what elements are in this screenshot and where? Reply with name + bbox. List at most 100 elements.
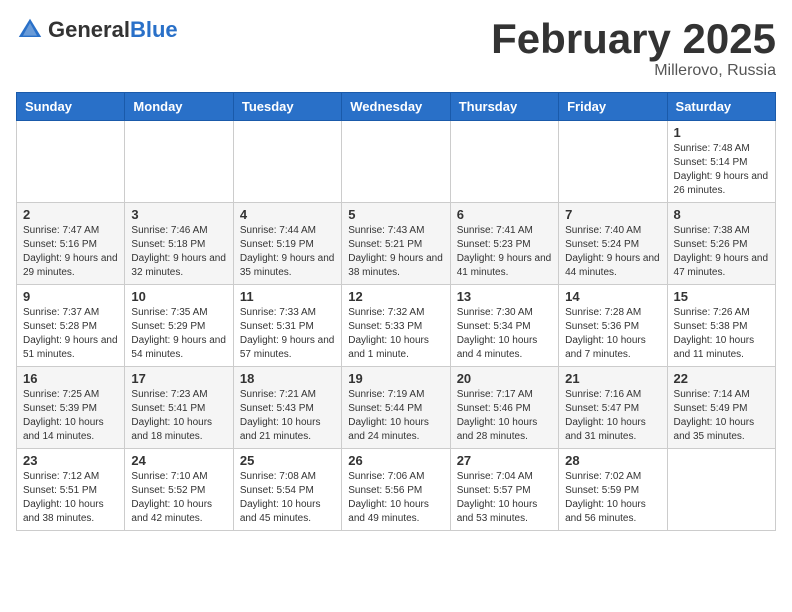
month-title: February 2025 [491,16,776,62]
day-detail: Sunrise: 7:41 AM Sunset: 5:23 PM Dayligh… [457,224,552,280]
calendar-cell [233,121,341,203]
title-block: February 2025 Millerovo, Russia [491,16,776,80]
day-detail: Sunrise: 7:40 AM Sunset: 5:24 PM Dayligh… [565,224,660,280]
day-number: 20 [457,371,552,386]
calendar-cell [125,121,233,203]
day-number: 14 [565,289,660,304]
day-number: 7 [565,207,660,222]
calendar-cell: 12 Sunrise: 7:32 AM Sunset: 5:33 PM Dayli… [342,285,450,367]
logo-general: General [48,17,130,42]
day-number: 28 [565,453,660,468]
day-detail: Sunrise: 7:21 AM Sunset: 5:43 PM Dayligh… [240,388,335,444]
calendar-cell: 15Sunrise: 7:26 AM Sunset: 5:38 PM Dayli… [667,285,775,367]
weekday-header-wednesday: Wednesday [342,93,450,121]
calendar-cell: 9Sunrise: 7:37 AM Sunset: 5:28 PM Daylig… [17,285,125,367]
calendar-cell: 2 Sunrise: 7:47 AM Sunset: 5:16 PM Daylig… [17,203,125,285]
page-header: GeneralBlue February 2025 Millerovo, Rus… [16,16,776,80]
day-detail: Sunrise: 7:12 AM Sunset: 5:51 PM Dayligh… [23,470,118,526]
day-detail: Sunrise: 7:48 AM Sunset: 5:14 PM Dayligh… [674,142,769,198]
day-number: 21 [565,371,660,386]
calendar-cell: 1 Sunrise: 7:48 AM Sunset: 5:14 PM Daylig… [667,121,775,203]
calendar-cell: 25 Sunrise: 7:08 AM Sunset: 5:54 PM Dayli… [233,449,341,531]
calendar-cell: 19Sunrise: 7:19 AM Sunset: 5:44 PM Dayli… [342,367,450,449]
location-subtitle: Millerovo, Russia [491,62,776,80]
day-detail: Sunrise: 7:08 AM Sunset: 5:54 PM Dayligh… [240,470,335,526]
calendar-cell: 17 Sunrise: 7:23 AM Sunset: 5:41 PM Dayli… [125,367,233,449]
day-number: 2 [23,207,118,222]
calendar-cell: 28 Sunrise: 7:02 AM Sunset: 5:59 PM Dayli… [559,449,667,531]
day-detail: Sunrise: 7:10 AM Sunset: 5:52 PM Dayligh… [131,470,226,526]
calendar-cell: 23 Sunrise: 7:12 AM Sunset: 5:51 PM Dayli… [17,449,125,531]
day-detail: Sunrise: 7:23 AM Sunset: 5:41 PM Dayligh… [131,388,226,444]
day-number: 10 [131,289,226,304]
day-number: 13 [457,289,552,304]
day-number: 1 [674,125,769,140]
day-detail: Sunrise: 7:32 AM Sunset: 5:33 PM Dayligh… [348,306,443,362]
day-number: 5 [348,207,443,222]
day-number: 8 [674,207,769,222]
day-number: 19 [348,371,443,386]
day-number: 23 [23,453,118,468]
calendar-cell: 10 Sunrise: 7:35 AM Sunset: 5:29 PM Dayli… [125,285,233,367]
weekday-header-saturday: Saturday [667,93,775,121]
day-detail: Sunrise: 7:44 AM Sunset: 5:19 PM Dayligh… [240,224,335,280]
day-detail: Sunrise: 7:47 AM Sunset: 5:16 PM Dayligh… [23,224,118,280]
calendar-cell: 27 Sunrise: 7:04 AM Sunset: 5:57 PM Dayli… [450,449,558,531]
calendar-cell: 21 Sunrise: 7:16 AM Sunset: 5:47 PM Dayli… [559,367,667,449]
day-number: 24 [131,453,226,468]
logo: GeneralBlue [16,16,178,44]
calendar-cell [17,121,125,203]
day-detail: Sunrise: 7:35 AM Sunset: 5:29 PM Dayligh… [131,306,226,362]
day-number: 15 [674,289,769,304]
calendar-week-row: 1 Sunrise: 7:48 AM Sunset: 5:14 PM Daylig… [17,121,776,203]
day-detail: Sunrise: 7:43 AM Sunset: 5:21 PM Dayligh… [348,224,443,280]
day-detail: Sunrise: 7:04 AM Sunset: 5:57 PM Dayligh… [457,470,552,526]
day-detail: Sunrise: 7:30 AM Sunset: 5:34 PM Dayligh… [457,306,552,362]
day-number: 11 [240,289,335,304]
logo-text: GeneralBlue [48,19,178,41]
day-number: 4 [240,207,335,222]
weekday-header-tuesday: Tuesday [233,93,341,121]
day-number: 27 [457,453,552,468]
day-detail: Sunrise: 7:17 AM Sunset: 5:46 PM Dayligh… [457,388,552,444]
calendar-cell [450,121,558,203]
day-detail: Sunrise: 7:37 AM Sunset: 5:28 PM Dayligh… [23,306,118,362]
calendar-cell: 20 Sunrise: 7:17 AM Sunset: 5:46 PM Dayli… [450,367,558,449]
calendar-cell: 16 Sunrise: 7:25 AM Sunset: 5:39 PM Dayli… [17,367,125,449]
day-detail: Sunrise: 7:02 AM Sunset: 5:59 PM Dayligh… [565,470,660,526]
weekday-header-monday: Monday [125,93,233,121]
calendar-cell: 22Sunrise: 7:14 AM Sunset: 5:49 PM Dayli… [667,367,775,449]
day-detail: Sunrise: 7:14 AM Sunset: 5:49 PM Dayligh… [674,388,769,444]
day-detail: Sunrise: 7:16 AM Sunset: 5:47 PM Dayligh… [565,388,660,444]
day-number: 16 [23,371,118,386]
calendar-cell: 14 Sunrise: 7:28 AM Sunset: 5:36 PM Dayli… [559,285,667,367]
weekday-header-thursday: Thursday [450,93,558,121]
day-detail: Sunrise: 7:06 AM Sunset: 5:56 PM Dayligh… [348,470,443,526]
day-detail: Sunrise: 7:25 AM Sunset: 5:39 PM Dayligh… [23,388,118,444]
calendar-cell [342,121,450,203]
day-number: 6 [457,207,552,222]
calendar-cell: 18 Sunrise: 7:21 AM Sunset: 5:43 PM Dayli… [233,367,341,449]
calendar-cell: 13 Sunrise: 7:30 AM Sunset: 5:34 PM Dayli… [450,285,558,367]
day-number: 18 [240,371,335,386]
day-detail: Sunrise: 7:28 AM Sunset: 5:36 PM Dayligh… [565,306,660,362]
logo-icon [16,16,44,44]
calendar-cell: 24 Sunrise: 7:10 AM Sunset: 5:52 PM Dayli… [125,449,233,531]
calendar-table: SundayMondayTuesdayWednesdayThursdayFrid… [16,92,776,531]
calendar-week-row: 23 Sunrise: 7:12 AM Sunset: 5:51 PM Dayli… [17,449,776,531]
day-number: 12 [348,289,443,304]
weekday-header-friday: Friday [559,93,667,121]
calendar-cell: 6 Sunrise: 7:41 AM Sunset: 5:23 PM Daylig… [450,203,558,285]
calendar-week-row: 16 Sunrise: 7:25 AM Sunset: 5:39 PM Dayli… [17,367,776,449]
calendar-cell: 8 Sunrise: 7:38 AM Sunset: 5:26 PM Daylig… [667,203,775,285]
calendar-cell: 3Sunrise: 7:46 AM Sunset: 5:18 PM Daylig… [125,203,233,285]
day-detail: Sunrise: 7:33 AM Sunset: 5:31 PM Dayligh… [240,306,335,362]
logo-blue: Blue [130,17,178,42]
day-number: 3 [131,207,226,222]
calendar-cell [559,121,667,203]
day-number: 26 [348,453,443,468]
day-number: 17 [131,371,226,386]
day-detail: Sunrise: 7:38 AM Sunset: 5:26 PM Dayligh… [674,224,769,280]
calendar-cell: 5 Sunrise: 7:43 AM Sunset: 5:21 PM Daylig… [342,203,450,285]
day-number: 25 [240,453,335,468]
